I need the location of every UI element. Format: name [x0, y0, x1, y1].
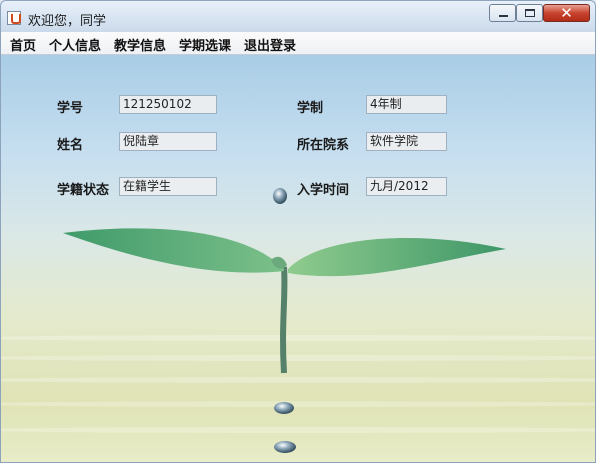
close-button[interactable]: ✕	[543, 4, 590, 22]
content-area: 学号 121250102 学制 4年制 姓名 倪陆章 所在院系 软件学院 学籍状…	[1, 55, 595, 462]
name-field[interactable]: 倪陆章	[119, 132, 217, 151]
menu-course-selection[interactable]: 学期选课	[179, 35, 231, 54]
menu-logout[interactable]: 退出登录	[244, 35, 296, 54]
maximize-icon	[525, 9, 535, 17]
status-field[interactable]: 在籍学生	[119, 177, 217, 196]
duration-field[interactable]: 4年制	[366, 95, 447, 114]
department-field[interactable]: 软件学院	[366, 132, 447, 151]
department-label: 所在院系	[297, 138, 350, 153]
maximize-button[interactable]	[516, 4, 543, 22]
close-icon: ✕	[560, 4, 573, 22]
name-label: 姓名	[57, 138, 84, 153]
enrollment-label: 入学时间	[297, 183, 350, 198]
menu-teaching-info[interactable]: 教学信息	[114, 35, 166, 54]
menu-personal-info[interactable]: 个人信息	[49, 35, 101, 54]
duration-label: 学制	[297, 101, 324, 116]
menu-bar: 首页 个人信息 教学信息 学期选课 退出登录	[1, 32, 595, 55]
student-id-label: 学号	[57, 101, 84, 116]
title-bar[interactable]: 欢迎您，同学 ✕	[1, 1, 595, 32]
seedling-background	[63, 188, 506, 453]
minimize-button[interactable]	[489, 4, 516, 22]
menu-home[interactable]: 首页	[10, 35, 36, 54]
minimize-icon	[499, 15, 508, 17]
enrollment-field[interactable]: 九月/2012	[366, 177, 447, 196]
main-window: 欢迎您，同学 ✕ 首页 个人信息 教学信息 学期选课 退出登录 学号 12125…	[0, 0, 596, 463]
status-label: 学籍状态	[57, 183, 110, 198]
window-title: 欢迎您，同学	[28, 14, 107, 29]
student-id-field[interactable]: 121250102	[119, 95, 217, 114]
java-app-icon	[7, 11, 21, 25]
